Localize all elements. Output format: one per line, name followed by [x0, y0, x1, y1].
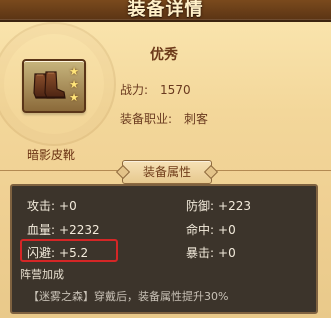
dodge-label: 闪避:: [27, 246, 56, 260]
crit-value: +0: [218, 246, 236, 260]
title-bar: 装备详情: [0, 0, 331, 22]
hp-label: 血量:: [27, 223, 56, 237]
attack-label: 攻击:: [27, 199, 56, 213]
star-icon: ★: [69, 91, 79, 104]
class-label: 装备职业:: [120, 112, 173, 126]
star-icon: ★: [69, 78, 79, 91]
hp-stat: 血量: +2232: [27, 221, 100, 238]
hit-stat: 命中: +0: [186, 221, 236, 238]
class-row: 装备职业: 刺客: [120, 110, 208, 127]
page-title: 装备详情: [127, 0, 204, 20]
star-icon: ★: [69, 65, 79, 78]
hit-value: +0: [218, 223, 236, 237]
dodge-stat: 闪避: +5.2: [27, 244, 88, 261]
faction-bonus-text: 【迷雾之森】穿戴后，装备属性提升30%: [28, 290, 229, 303]
crit-stat: 暴击: +0: [186, 244, 236, 261]
faction-title: 阵营加成: [20, 268, 64, 281]
item-slot[interactable]: ★ ★ ★: [22, 59, 86, 113]
item-name: 暗影皮靴: [27, 148, 76, 162]
defense-label: 防御:: [186, 199, 215, 213]
defense-value: +223: [218, 199, 252, 213]
equipment-details-panel: 装备详情 ★ ★ ★ 暗影皮靴 优秀 战力: 1570 装备职业: 刺客 装备属…: [0, 0, 331, 318]
tab-equipment-attributes[interactable]: 装备属性: [122, 160, 212, 184]
star-rating: ★ ★ ★: [68, 66, 80, 104]
hp-value: +2232: [59, 223, 100, 237]
item-quality: 优秀: [150, 47, 178, 63]
crit-label: 暴击:: [186, 246, 215, 260]
power-row: 战力: 1570: [120, 81, 191, 98]
dodge-value: +5.2: [59, 246, 89, 260]
power-value: 1570: [160, 83, 191, 97]
defense-stat: 防御: +223: [186, 197, 251, 214]
boot-icon: [33, 71, 66, 99]
attributes-panel: 攻击: +0 防御: +223 血量: +2232 命中: +0 闪避: +5.2 暴击:…: [10, 184, 318, 314]
attack-value: +0: [59, 199, 77, 213]
power-label: 战力:: [120, 83, 149, 97]
attack-stat: 攻击: +0: [27, 197, 77, 214]
class-value: 刺客: [184, 112, 209, 126]
hit-label: 命中:: [186, 223, 215, 237]
